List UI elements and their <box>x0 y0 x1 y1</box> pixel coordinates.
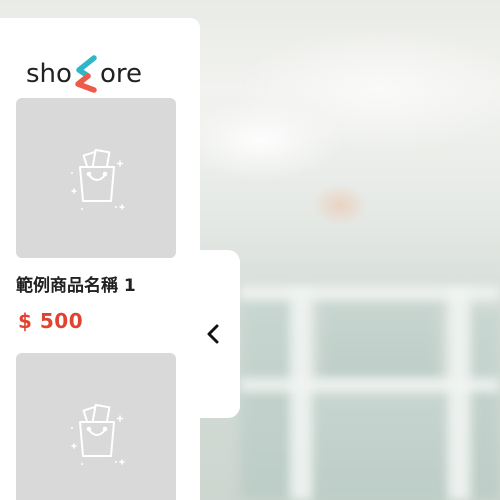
background-beam <box>448 290 470 500</box>
logo-text-suffix: ore <box>99 59 142 89</box>
shopping-bag-placeholder-icon <box>71 403 125 465</box>
background-window <box>320 300 440 380</box>
logo-mark-icon <box>75 55 97 93</box>
chevron-left-icon <box>207 324 219 344</box>
product-image[interactable] <box>16 353 176 500</box>
logo-text-prefix: sho <box>26 59 72 89</box>
product-image[interactable] <box>16 98 176 258</box>
brand-logo[interactable]: sho ore <box>26 54 142 94</box>
product-name[interactable]: 範例商品名稱 1 <box>16 271 136 296</box>
background-beam <box>240 378 500 392</box>
background-window <box>310 395 450 500</box>
shopping-bag-placeholder-icon <box>71 148 125 210</box>
background-window <box>470 310 500 500</box>
collapse-panel-button[interactable] <box>198 318 230 350</box>
background-beam <box>240 286 500 300</box>
background-beam <box>290 290 312 500</box>
product-price: $ 500 <box>18 309 84 333</box>
